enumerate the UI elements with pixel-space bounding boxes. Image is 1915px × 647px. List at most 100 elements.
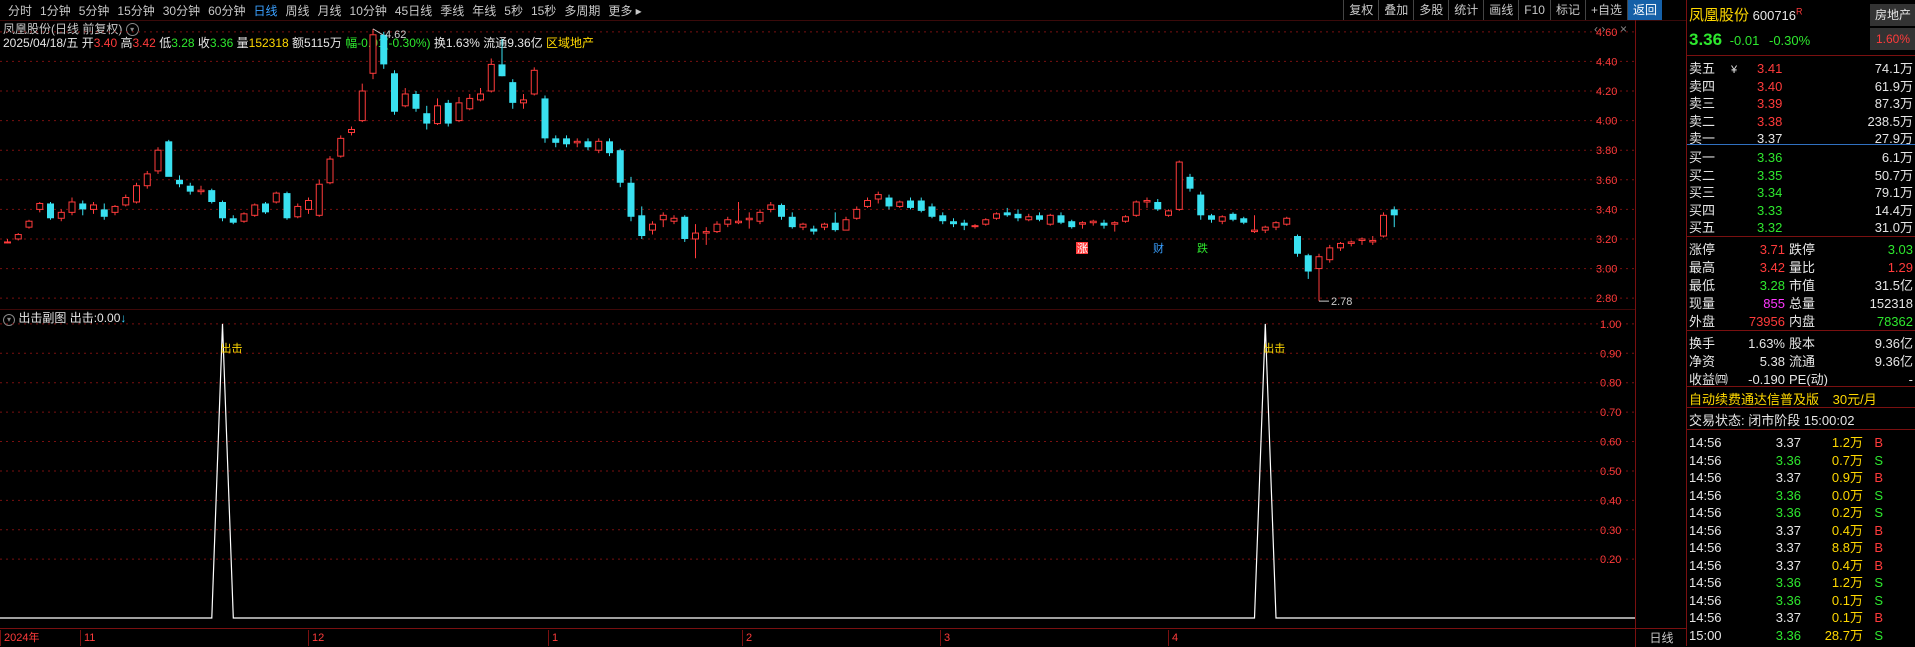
bid-row-1: 买二 3.35 50.7万	[1689, 165, 1915, 183]
stat-value: 3.42	[1759, 260, 1785, 275]
period-tab-11[interactable]: 季线	[436, 2, 468, 19]
tick-row-1: 14:56 3.36 0.7万 S	[1689, 450, 1915, 468]
period-tab-5[interactable]: 60分钟	[204, 2, 249, 19]
stat-label: 外盘	[1689, 314, 1716, 329]
tick-row-10: 14:56 3.37 0.1万 B	[1689, 607, 1915, 625]
tick-direction: B	[1874, 610, 1883, 625]
ask-volume: 238.5万	[1867, 113, 1913, 129]
promo-row[interactable]: 自动续费通达信普及版 30元/月	[1689, 389, 1915, 407]
candle-body	[1251, 229, 1258, 233]
candle-body	[885, 197, 893, 207]
candle-body	[606, 141, 613, 154]
period-tab-2[interactable]: 5分钟	[75, 2, 114, 19]
tick-direction: B	[1874, 522, 1883, 538]
candle-body	[1347, 241, 1355, 244]
candle-body	[1358, 238, 1366, 241]
toolbar-button-4[interactable]: 画线	[1483, 0, 1518, 20]
ind-y-tick-label: 0.80	[1600, 378, 1621, 390]
toolbar-button-6[interactable]: 标记	[1549, 0, 1585, 20]
candle-body	[176, 179, 183, 185]
period-tab-10[interactable]: 45日线	[391, 2, 436, 19]
stat-label-2: 总量	[1789, 296, 1816, 311]
candle-body	[466, 97, 474, 110]
candle-body	[745, 217, 753, 221]
period-tab-9[interactable]: 10分钟	[346, 2, 391, 19]
period-tab-0[interactable]: 分时	[4, 2, 36, 19]
sector-tag[interactable]: 房地产	[1870, 4, 1915, 26]
tick-row-3: 14:56 3.36 0.0万 S	[1689, 485, 1915, 503]
tick-direction: B	[1874, 557, 1883, 573]
period-tab-7[interactable]: 周线	[281, 2, 313, 19]
candle-body	[1283, 217, 1291, 225]
y-tick-label: 4.00	[1596, 116, 1617, 128]
bid-row-3: 买四 3.33 14.4万	[1689, 200, 1915, 218]
y-tick-label: 4.40	[1596, 56, 1617, 68]
fund-label: 净资	[1689, 354, 1716, 369]
tick-price: 3.36	[1775, 452, 1801, 468]
bid-row-2: 买三 3.34 79.1万	[1689, 182, 1915, 200]
candle-body	[154, 149, 162, 172]
period-tab-4[interactable]: 30分钟	[159, 2, 204, 19]
tick-direction: S	[1874, 452, 1883, 468]
period-indicator[interactable]: 日线	[1635, 628, 1687, 647]
toolbar-button-7[interactable]: +自选	[1584, 0, 1627, 20]
candle-body	[434, 105, 441, 125]
indicator-chart[interactable]: 1.00 0.90 0.80 0.70 0.60 0.50 0.40 0.30 0.20 出击 出…	[0, 310, 1635, 628]
candle-body	[133, 185, 140, 203]
candle-body	[1229, 213, 1237, 220]
candle-body	[315, 183, 323, 216]
tick-price: 3.36	[1775, 487, 1801, 503]
tick-row-2: 14:56 3.37 0.9万 B	[1689, 467, 1915, 485]
period-tab-12[interactable]: 年线	[468, 2, 500, 19]
period-tab-13[interactable]: 5秒	[500, 2, 527, 19]
promo-price: 30元/月	[1832, 392, 1877, 407]
candle-body	[552, 138, 560, 143]
candle-body	[659, 214, 667, 221]
candle-body	[874, 194, 882, 200]
toolbar-button-3[interactable]: 统计	[1448, 0, 1483, 20]
tick-volume: 1.2万	[1831, 575, 1863, 590]
quote-panel: 凤凰股份 600716R 房地产 3.36 -0.01 -0.30% 1.60%…	[1686, 0, 1915, 646]
price-change: -0.01	[1729, 33, 1760, 48]
tick-volume: 0.7万	[1831, 452, 1863, 468]
period-tab-3[interactable]: 15分钟	[113, 2, 158, 19]
toolbar-button-0[interactable]: 复权	[1343, 0, 1378, 20]
toolbar-button-2[interactable]: 多股	[1413, 0, 1448, 20]
bid-volume: 79.1万	[1874, 185, 1913, 200]
y-tick-label: 3.00	[1596, 264, 1617, 276]
toolbar-button-8[interactable]: 返回	[1626, 0, 1662, 20]
candle-body	[853, 208, 861, 219]
candle-body	[1132, 201, 1140, 216]
period-tab-15[interactable]: 多周期	[560, 2, 604, 19]
toolbar-button-1[interactable]: 叠加	[1378, 0, 1413, 20]
candle-body	[1326, 247, 1334, 261]
bid-label: 买三	[1689, 185, 1716, 200]
kline-chart[interactable]: 4.60 4.40 4.20 4.00 3.80 3.60 3.40 3.20 3.00 2.80…	[0, 20, 1635, 310]
tick-volume: 1.2万	[1831, 435, 1863, 450]
period-tab-1[interactable]: 1分钟	[36, 2, 75, 19]
candle-body	[1369, 239, 1377, 243]
tick-volume: 0.9万	[1831, 470, 1863, 485]
period-tab-8[interactable]: 月线	[314, 2, 346, 19]
candle-body	[165, 141, 173, 177]
period-tab-14[interactable]: 15秒	[527, 2, 560, 19]
period-tab-6[interactable]: 日线	[249, 2, 281, 19]
candle-body	[337, 137, 345, 157]
candle-body	[573, 140, 581, 144]
tick-row-4: 14:56 3.36 0.2万 S	[1689, 502, 1915, 520]
period-tab-16[interactable]: 更多 ▸	[604, 2, 645, 19]
bid-label: 买五	[1689, 220, 1716, 235]
trade-status: 交易状态: 闭市阶段 15:00:02	[1689, 413, 1855, 428]
tick-direction: S	[1874, 627, 1883, 643]
tick-row-9: 14:56 3.36 0.1万 S	[1689, 590, 1915, 608]
tick-direction: B	[1874, 540, 1883, 555]
tick-price: 3.36	[1775, 627, 1801, 643]
tick-time: 14:56	[1689, 557, 1722, 573]
candle-body	[1294, 236, 1301, 254]
ind-y-tick-label: 0.50	[1600, 466, 1621, 478]
candle-body	[487, 63, 495, 92]
toolbar-button-5[interactable]: F10	[1518, 0, 1550, 20]
candle-body	[57, 211, 65, 219]
tick-time: 15:00	[1689, 627, 1722, 643]
stat-value: 73956	[1748, 314, 1785, 329]
